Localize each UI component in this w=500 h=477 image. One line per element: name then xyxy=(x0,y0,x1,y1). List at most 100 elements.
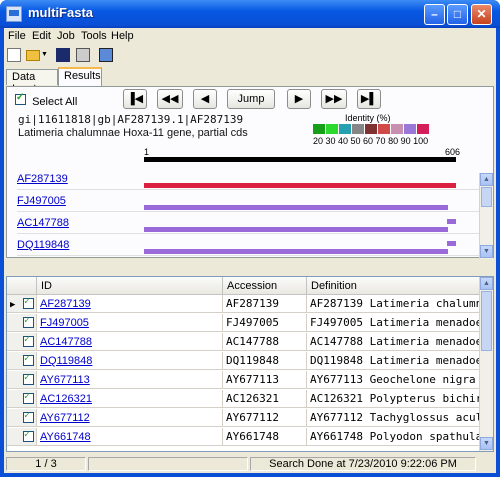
row-selector[interactable] xyxy=(7,428,37,446)
row-checkbox[interactable] xyxy=(23,334,34,347)
row-checkbox[interactable] xyxy=(23,429,34,442)
table-row[interactable]: AC126321AC126321AC126321 Polypterus bich… xyxy=(7,390,481,408)
minimize-button[interactable]: – xyxy=(424,4,445,25)
maximize-button[interactable]: □ xyxy=(447,4,468,25)
table-row[interactable]: FJ497005FJ497005FJ497005 Latimeria menad… xyxy=(7,314,481,332)
fast-forward-button[interactable]: ▶▶ xyxy=(321,89,347,109)
identity-color-swatch xyxy=(378,124,390,134)
tab-results[interactable]: Results xyxy=(58,67,102,86)
table-row[interactable]: AY661748AY661748AY661748 Polyodon spathu… xyxy=(7,428,481,446)
select-all-check[interactable] xyxy=(15,92,26,105)
select-all-checkbox[interactable]: Select All xyxy=(15,92,77,108)
accession-cell: AY677113 xyxy=(223,371,307,389)
id-cell[interactable]: AC126321 xyxy=(37,390,223,408)
id-link[interactable]: AC147788 xyxy=(40,336,92,348)
col-header-id[interactable]: ID xyxy=(37,277,223,295)
id-cell[interactable]: DQ119848 xyxy=(37,352,223,370)
id-cell[interactable]: AY661748 xyxy=(37,428,223,446)
rewind-button[interactable]: ◀◀ xyxy=(157,89,183,109)
row-selector[interactable] xyxy=(7,352,37,370)
next-button[interactable]: ▶ xyxy=(287,89,311,109)
definition-cell: AY677112 Tachyglossus aculea xyxy=(307,409,481,427)
row-checkbox[interactable] xyxy=(23,410,34,423)
tracks-scrollbar[interactable]: ▲ ▼ xyxy=(479,173,493,259)
menu-file[interactable]: File xyxy=(8,30,26,42)
save-icon[interactable] xyxy=(56,48,70,62)
dropdown-arrow-icon[interactable]: ▼ xyxy=(41,48,49,62)
col-header-accession[interactable]: Accession xyxy=(223,277,307,295)
row-checkbox[interactable] xyxy=(23,315,34,328)
open-folder-icon[interactable] xyxy=(26,50,40,61)
id-cell[interactable]: AF287139 xyxy=(37,295,223,313)
alignment-bar[interactable] xyxy=(144,227,448,232)
row-selector[interactable] xyxy=(7,390,37,408)
sequence-ruler xyxy=(144,157,456,162)
preview-icon[interactable] xyxy=(99,48,113,62)
id-link[interactable]: AY677112 xyxy=(40,412,90,424)
id-link[interactable]: DQ119848 xyxy=(40,355,92,367)
col-header-definition[interactable]: Definition xyxy=(307,277,481,295)
alignment-bar[interactable] xyxy=(144,205,448,210)
grid-scroll-thumb[interactable] xyxy=(481,291,492,351)
results-grid: ID Accession Definition ▶AF287139AF28713… xyxy=(6,276,494,452)
table-row[interactable]: AY677112AY677112AY677112 Tachyglossus ac… xyxy=(7,409,481,427)
table-row[interactable]: AY677113AY677113AY677113 Geochelone nigr… xyxy=(7,371,481,389)
identity-color-swatch xyxy=(339,124,351,134)
definition-cell: AY677113 Geochelone nigra pc xyxy=(307,371,481,389)
id-cell[interactable]: FJ497005 xyxy=(37,314,223,332)
row-checkbox[interactable] xyxy=(23,296,34,309)
last-button[interactable]: ▶▌ xyxy=(357,89,381,109)
id-link[interactable]: AC126321 xyxy=(40,393,92,405)
menu-job[interactable]: Job xyxy=(57,30,75,42)
app-icon xyxy=(6,6,22,22)
grid-scroll-up-arrow[interactable]: ▲ xyxy=(480,277,493,290)
scroll-down-arrow[interactable]: ▼ xyxy=(480,245,493,258)
alignment-bar[interactable] xyxy=(144,183,456,188)
jump-button[interactable]: Jump xyxy=(227,89,275,109)
id-cell[interactable]: AY677113 xyxy=(37,371,223,389)
first-button[interactable]: ▐◀ xyxy=(123,89,147,109)
track-link[interactable]: DQ119848 xyxy=(17,239,69,251)
id-link[interactable]: AY661748 xyxy=(40,431,91,443)
alignment-bar[interactable] xyxy=(447,241,456,246)
row-selector[interactable] xyxy=(7,333,37,351)
row-checkbox[interactable] xyxy=(23,391,34,404)
scroll-up-arrow[interactable]: ▲ xyxy=(480,173,493,186)
menu-tools[interactable]: Tools xyxy=(81,30,107,42)
alignment-bar[interactable] xyxy=(447,219,456,224)
alignment-bar[interactable] xyxy=(144,249,448,254)
row-selector[interactable] xyxy=(7,409,37,427)
scroll-thumb[interactable] xyxy=(481,187,492,207)
id-link[interactable]: AY677113 xyxy=(40,374,90,386)
track-link[interactable]: FJ497005 xyxy=(17,195,66,207)
id-cell[interactable]: AC147788 xyxy=(37,333,223,351)
id-link[interactable]: FJ497005 xyxy=(40,317,89,329)
track-link[interactable]: AF287139 xyxy=(17,173,68,185)
client-area: File Edit Job Tools Help ▼ Data Input Re… xyxy=(4,28,496,473)
row-selector[interactable] xyxy=(7,371,37,389)
menu-help[interactable]: Help xyxy=(111,30,134,42)
title-bar[interactable]: multiFasta – □ ✕ xyxy=(0,0,500,28)
row-selector[interactable] xyxy=(7,314,37,332)
menu-edit[interactable]: Edit xyxy=(32,30,51,42)
id-link[interactable]: AF287139 xyxy=(40,298,91,310)
id-cell[interactable]: AY677112 xyxy=(37,409,223,427)
track-link[interactable]: AC147788 xyxy=(17,217,69,229)
close-button[interactable]: ✕ xyxy=(471,4,492,25)
table-row[interactable]: DQ119848DQ119848DQ119848 Latimeria menad… xyxy=(7,352,481,370)
row-checkbox[interactable] xyxy=(23,353,34,366)
toolbar: ▼ xyxy=(4,46,496,66)
grid-scrollbar[interactable]: ▲ ▼ xyxy=(479,277,493,451)
new-file-icon[interactable] xyxy=(7,48,21,62)
print-icon[interactable] xyxy=(76,48,90,62)
grid-corner xyxy=(7,277,37,295)
tab-strip: Data Input Results xyxy=(4,66,496,95)
table-row[interactable]: ▶AF287139AF287139AF287139 Latimeria chal… xyxy=(7,295,481,313)
grid-scroll-down-arrow[interactable]: ▼ xyxy=(480,437,493,450)
accession-cell: AC126321 xyxy=(223,390,307,408)
table-row[interactable]: AC147788AC147788AC147788 Latimeria menad… xyxy=(7,333,481,351)
row-checkbox[interactable] xyxy=(23,372,34,385)
tab-data-input[interactable]: Data Input xyxy=(6,69,58,95)
previous-button[interactable]: ◀ xyxy=(193,89,217,109)
row-selector[interactable]: ▶ xyxy=(7,295,37,313)
